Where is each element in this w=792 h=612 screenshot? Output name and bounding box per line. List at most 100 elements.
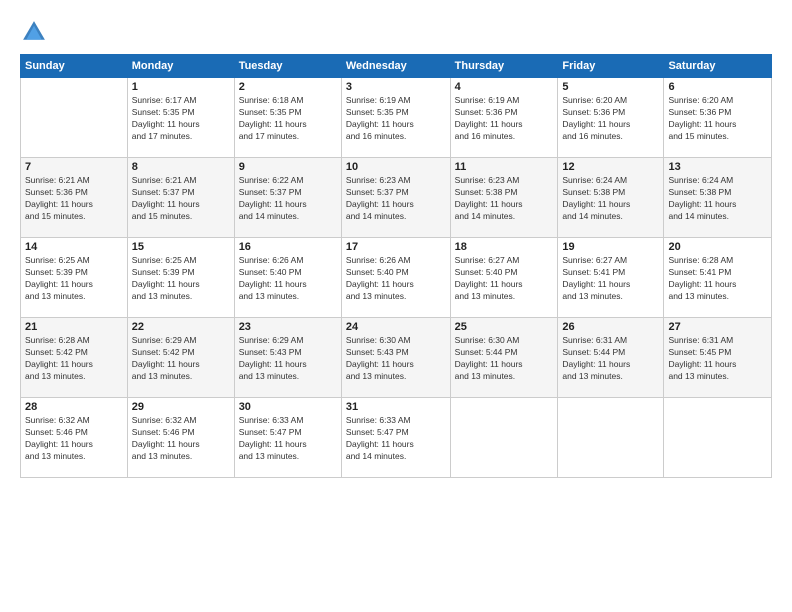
calendar-cell <box>558 398 664 478</box>
calendar-cell: 7 Sunrise: 6:21 AMSunset: 5:36 PMDaylight… <box>21 158 128 238</box>
calendar-cell: 13Sunrise: 6:24 AMSunset: 5:38 PMDayligh… <box>664 158 772 238</box>
calendar-cell: 12Sunrise: 6:24 AMSunset: 5:38 PMDayligh… <box>558 158 664 238</box>
calendar-cell: 21 Sunrise: 6:28 AMSunset: 5:42 PMDayligh… <box>21 318 128 398</box>
day-info: Sunrise: 6:27 AMSunset: 5:41 PMDaylight:… <box>562 255 659 303</box>
day-number: 14 <box>25 241 123 253</box>
calendar-cell <box>21 78 128 158</box>
day-number: 20 <box>668 241 767 253</box>
calendar-cell: 29 Sunrise: 6:32 AMSunset: 5:46 PMDayligh… <box>127 398 234 478</box>
day-number: 27 <box>668 321 767 333</box>
day-of-week-header: Sunday <box>21 55 128 78</box>
day-number: 1 <box>132 81 230 93</box>
calendar-week-row: 7 Sunrise: 6:21 AMSunset: 5:36 PMDaylight… <box>21 158 772 238</box>
calendar-cell: 16 Sunrise: 6:26 AMSunset: 5:40 PMDayligh… <box>234 238 341 318</box>
day-number: 21 <box>25 321 123 333</box>
day-info: Sunrise: 6:25 AMSunset: 5:39 PMDaylight:… <box>25 255 123 303</box>
calendar-page: SundayMondayTuesdayWednesdayThursdayFrid… <box>0 0 792 612</box>
calendar-cell: 1Sunrise: 6:17 AMSunset: 5:35 PMDaylight… <box>127 78 234 158</box>
header <box>20 18 772 46</box>
calendar-week-row: 1Sunrise: 6:17 AMSunset: 5:35 PMDaylight… <box>21 78 772 158</box>
calendar-cell: 10 Sunrise: 6:23 AMSunset: 5:37 PMDayligh… <box>341 158 450 238</box>
day-of-week-header: Tuesday <box>234 55 341 78</box>
day-number: 16 <box>239 241 337 253</box>
calendar-cell: 2 Sunrise: 6:18 AMSunset: 5:35 PMDaylight… <box>234 78 341 158</box>
day-number: 30 <box>239 401 337 413</box>
day-info: Sunrise: 6:20 AMSunset: 5:36 PMDaylight:… <box>668 95 767 143</box>
day-number: 25 <box>455 321 554 333</box>
day-info: Sunrise: 6:30 AMSunset: 5:44 PMDaylight:… <box>455 335 554 383</box>
day-info: Sunrise: 6:26 AMSunset: 5:40 PMDaylight:… <box>239 255 337 303</box>
day-info: Sunrise: 6:18 AMSunset: 5:35 PMDaylight:… <box>239 95 337 143</box>
day-number: 29 <box>132 401 230 413</box>
logo <box>20 18 50 46</box>
calendar-cell: 22Sunrise: 6:29 AMSunset: 5:42 PMDayligh… <box>127 318 234 398</box>
day-info: Sunrise: 6:33 AMSunset: 5:47 PMDaylight:… <box>346 415 446 463</box>
day-of-week-header: Monday <box>127 55 234 78</box>
day-of-week-header: Friday <box>558 55 664 78</box>
generalblue-logo-icon <box>20 18 48 46</box>
calendar-header: SundayMondayTuesdayWednesdayThursdayFrid… <box>21 55 772 78</box>
day-number: 8 <box>132 161 230 173</box>
calendar-cell: 5 Sunrise: 6:20 AMSunset: 5:36 PMDaylight… <box>558 78 664 158</box>
day-number: 2 <box>239 81 337 93</box>
day-number: 6 <box>668 81 767 93</box>
day-number: 7 <box>25 161 123 173</box>
day-info: Sunrise: 6:21 AMSunset: 5:36 PMDaylight:… <box>25 175 123 223</box>
day-number: 18 <box>455 241 554 253</box>
day-info: Sunrise: 6:26 AMSunset: 5:40 PMDaylight:… <box>346 255 446 303</box>
day-info: Sunrise: 6:23 AMSunset: 5:37 PMDaylight:… <box>346 175 446 223</box>
day-number: 26 <box>562 321 659 333</box>
day-info: Sunrise: 6:29 AMSunset: 5:42 PMDaylight:… <box>132 335 230 383</box>
calendar-cell: 26 Sunrise: 6:31 AMSunset: 5:44 PMDayligh… <box>558 318 664 398</box>
day-info: Sunrise: 6:20 AMSunset: 5:36 PMDaylight:… <box>562 95 659 143</box>
day-number: 31 <box>346 401 446 413</box>
day-of-week-header: Wednesday <box>341 55 450 78</box>
day-info: Sunrise: 6:32 AMSunset: 5:46 PMDaylight:… <box>25 415 123 463</box>
day-number: 19 <box>562 241 659 253</box>
day-number: 10 <box>346 161 446 173</box>
calendar-cell: 3 Sunrise: 6:19 AMSunset: 5:35 PMDaylight… <box>341 78 450 158</box>
day-info: Sunrise: 6:29 AMSunset: 5:43 PMDaylight:… <box>239 335 337 383</box>
day-of-week-header: Thursday <box>450 55 558 78</box>
calendar-cell: 6 Sunrise: 6:20 AMSunset: 5:36 PMDaylight… <box>664 78 772 158</box>
day-number: 23 <box>239 321 337 333</box>
day-info: Sunrise: 6:31 AMSunset: 5:44 PMDaylight:… <box>562 335 659 383</box>
day-number: 4 <box>455 81 554 93</box>
calendar-cell: 19 Sunrise: 6:27 AMSunset: 5:41 PMDayligh… <box>558 238 664 318</box>
calendar-cell <box>664 398 772 478</box>
day-number: 28 <box>25 401 123 413</box>
day-number: 24 <box>346 321 446 333</box>
day-number: 12 <box>562 161 659 173</box>
day-info: Sunrise: 6:19 AMSunset: 5:36 PMDaylight:… <box>455 95 554 143</box>
day-info: Sunrise: 6:25 AMSunset: 5:39 PMDaylight:… <box>132 255 230 303</box>
calendar-cell: 30 Sunrise: 6:33 AMSunset: 5:47 PMDayligh… <box>234 398 341 478</box>
calendar-cell: 17 Sunrise: 6:26 AMSunset: 5:40 PMDayligh… <box>341 238 450 318</box>
day-info: Sunrise: 6:32 AMSunset: 5:46 PMDaylight:… <box>132 415 230 463</box>
day-info: Sunrise: 6:27 AMSunset: 5:40 PMDaylight:… <box>455 255 554 303</box>
day-of-week-header: Saturday <box>664 55 772 78</box>
day-info: Sunrise: 6:21 AMSunset: 5:37 PMDaylight:… <box>132 175 230 223</box>
calendar-cell: 25 Sunrise: 6:30 AMSunset: 5:44 PMDayligh… <box>450 318 558 398</box>
calendar-cell: 15Sunrise: 6:25 AMSunset: 5:39 PMDayligh… <box>127 238 234 318</box>
calendar-cell: 23 Sunrise: 6:29 AMSunset: 5:43 PMDayligh… <box>234 318 341 398</box>
calendar-cell: 24 Sunrise: 6:30 AMSunset: 5:43 PMDayligh… <box>341 318 450 398</box>
day-info: Sunrise: 6:23 AMSunset: 5:38 PMDaylight:… <box>455 175 554 223</box>
day-info: Sunrise: 6:30 AMSunset: 5:43 PMDaylight:… <box>346 335 446 383</box>
calendar-cell: 18 Sunrise: 6:27 AMSunset: 5:40 PMDayligh… <box>450 238 558 318</box>
calendar-cell: 9Sunrise: 6:22 AMSunset: 5:37 PMDaylight… <box>234 158 341 238</box>
day-number: 11 <box>455 161 554 173</box>
calendar-cell: 14 Sunrise: 6:25 AMSunset: 5:39 PMDayligh… <box>21 238 128 318</box>
day-number: 9 <box>239 161 337 173</box>
calendar-cell: 11 Sunrise: 6:23 AMSunset: 5:38 PMDayligh… <box>450 158 558 238</box>
day-number: 17 <box>346 241 446 253</box>
calendar-body: 1Sunrise: 6:17 AMSunset: 5:35 PMDaylight… <box>21 78 772 478</box>
day-number: 3 <box>346 81 446 93</box>
day-info: Sunrise: 6:28 AMSunset: 5:42 PMDaylight:… <box>25 335 123 383</box>
calendar-cell <box>450 398 558 478</box>
calendar-cell: 31 Sunrise: 6:33 AMSunset: 5:47 PMDayligh… <box>341 398 450 478</box>
day-number: 13 <box>668 161 767 173</box>
day-info: Sunrise: 6:33 AMSunset: 5:47 PMDaylight:… <box>239 415 337 463</box>
day-info: Sunrise: 6:19 AMSunset: 5:35 PMDaylight:… <box>346 95 446 143</box>
calendar-week-row: 28 Sunrise: 6:32 AMSunset: 5:46 PMDayligh… <box>21 398 772 478</box>
day-number: 5 <box>562 81 659 93</box>
